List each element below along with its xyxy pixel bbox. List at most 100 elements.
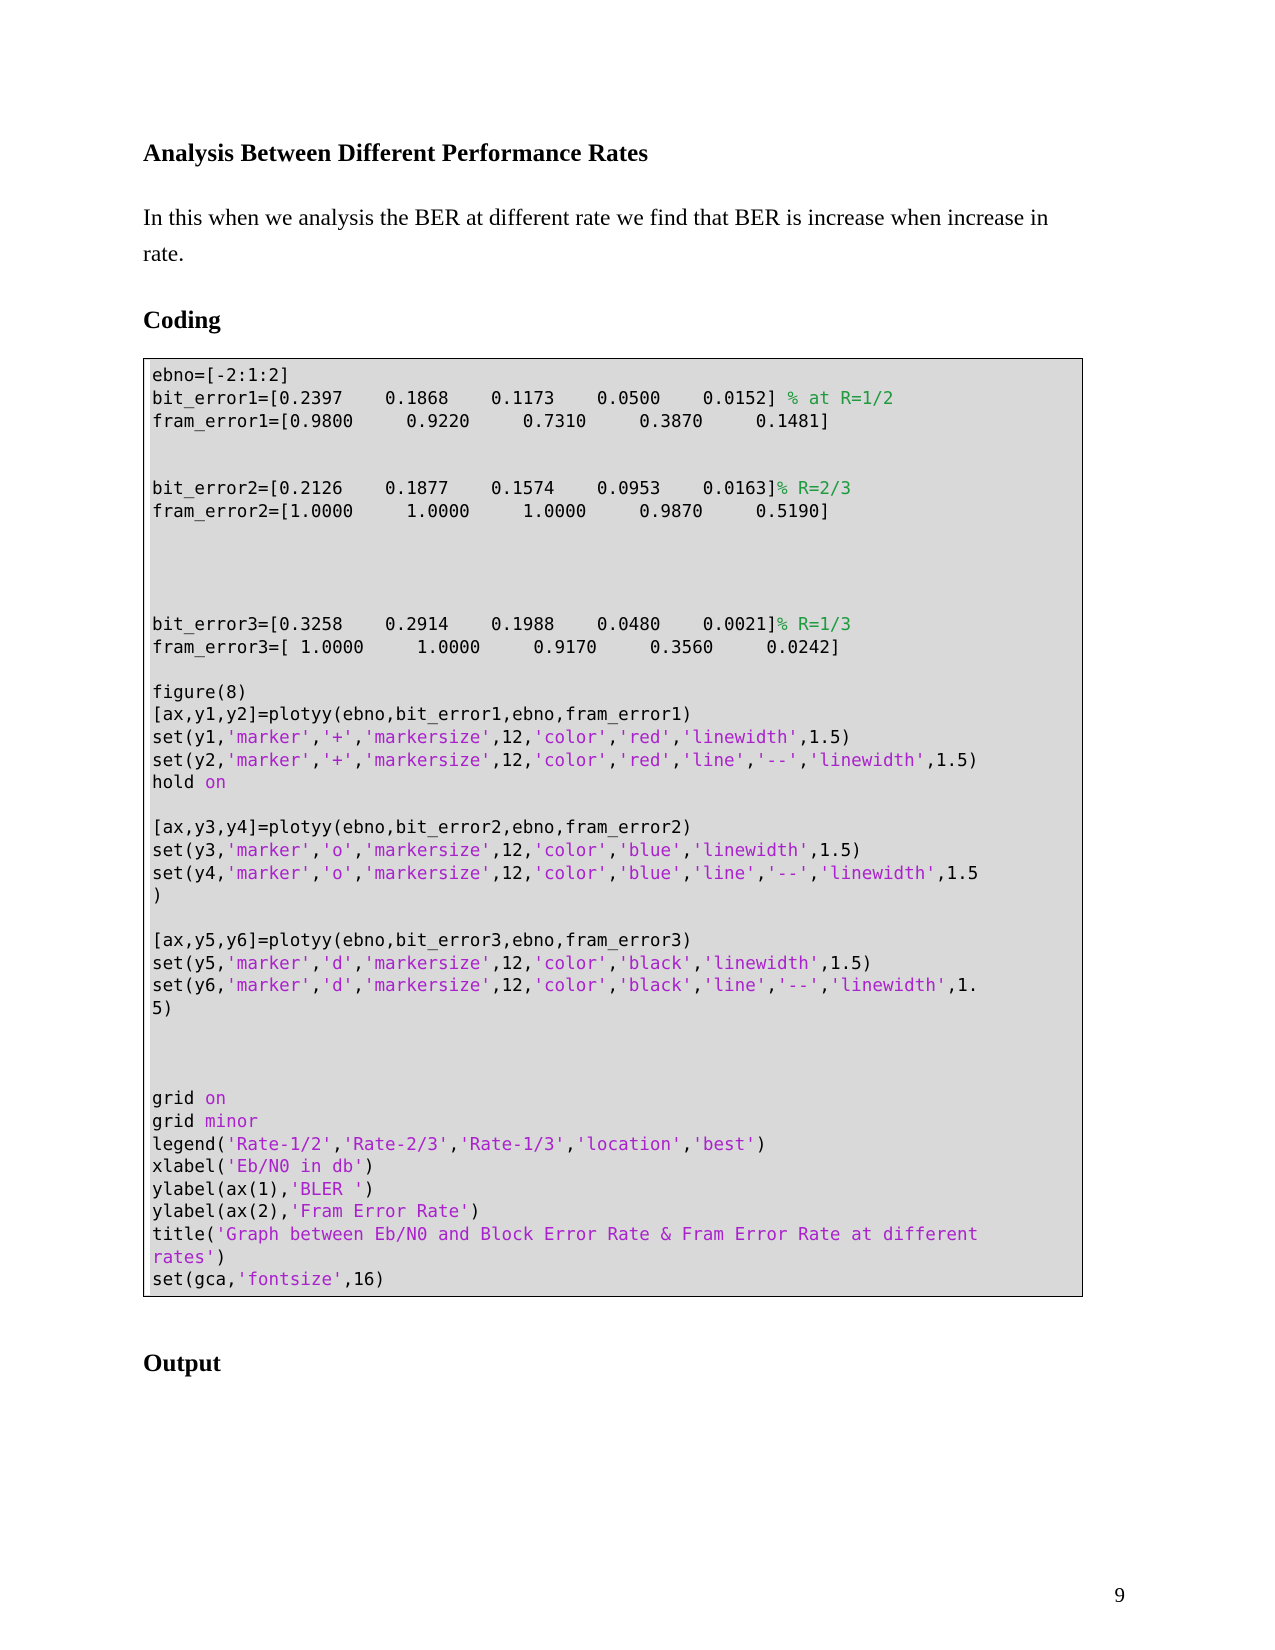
code-token: set(y5, (152, 953, 227, 974)
code-token: hold (152, 773, 205, 794)
code-token: 'Rate-1/3' (459, 1134, 566, 1155)
code-token: 'markersize' (363, 840, 491, 861)
code-token: , (353, 840, 364, 861)
code-token: , (607, 840, 619, 861)
coding-section-heading: Coding (143, 307, 221, 335)
code-token: , (692, 953, 703, 974)
code-token: 'line' (681, 750, 746, 771)
intro-paragraph: In this when we analysis the BER at diff… (143, 205, 1049, 267)
code-token: '+' (321, 727, 354, 748)
code-token: , (565, 1134, 576, 1155)
code-token: ylabel(ax(1), (152, 1179, 290, 1200)
code-token: grid (152, 1112, 205, 1133)
code-token: ,12, (490, 953, 534, 974)
code-token: ,12, (490, 840, 534, 861)
code-token: 'marker' (226, 840, 311, 861)
code-token: , (808, 863, 820, 884)
code-token: 'fontsize' (236, 1270, 343, 1291)
code-token: ,12, (490, 750, 534, 771)
code-token: , (310, 953, 322, 974)
page-number: 9 (1114, 1583, 1126, 1607)
code-token: 'color' (533, 840, 608, 861)
code-token: % at R=1/2 (787, 389, 894, 410)
code-token: 'linewidth' (702, 953, 820, 974)
code-token: % R=1/3 (776, 614, 852, 635)
code-token: 'red' (618, 750, 672, 771)
code-token: 'color' (533, 863, 608, 884)
code-token: bit_error3=[0.3258 0.2914 0.1988 0.0480 … (152, 614, 777, 635)
code-token: ,1.5) (808, 840, 862, 861)
code-token: , (353, 976, 364, 997)
code-token: grid (152, 1089, 205, 1110)
document-page: Analysis Between Different Performance R… (0, 0, 1275, 1650)
code-token: 5) (152, 999, 174, 1020)
code-token: ) (363, 1157, 375, 1178)
code-token: '--' (755, 750, 799, 771)
code-token: 'd' (321, 976, 354, 997)
code-token: , (353, 863, 364, 884)
code-token: 'color' (533, 750, 608, 771)
code-token: , (607, 976, 619, 997)
code-token: ,16) (342, 1270, 386, 1291)
code-token: [ax,y5,y6]=plotyy(ebno,bit_error3,ebno,f… (152, 931, 693, 952)
code-token: 'markersize' (363, 727, 491, 748)
code-token: fram_error1=[0.9800 0.9220 0.7310 0.3870… (152, 411, 830, 432)
code-token: 'color' (533, 953, 608, 974)
code-token: 'color' (533, 976, 608, 997)
code-token: '+' (321, 750, 354, 771)
code-token: 'blue' (618, 840, 682, 861)
code-token: on (204, 1089, 227, 1110)
code-token: ) (152, 886, 163, 907)
code-token: , (353, 727, 364, 748)
code-token: ,1.5) (925, 750, 979, 771)
code-token: fram_error3=[ 1.0000 1.0000 0.9170 0.356… (152, 637, 841, 658)
code-token: 'Eb/N0 in db' (226, 1157, 364, 1178)
code-token: bit_error2=[0.2126 0.1877 0.1574 0.0953 … (152, 479, 777, 500)
code-token: [ax,y3,y4]=plotyy(ebno,bit_error2,ebno,f… (152, 818, 693, 839)
code-token: '--' (766, 863, 809, 884)
code-token: minor (204, 1112, 258, 1133)
code-token: , (310, 840, 322, 861)
matlab-source-code: ebno=[-2:1:2] bit_error1=[0.2397 0.1868 … (152, 365, 1078, 1291)
code-token: 'location' (575, 1134, 682, 1155)
code-token: 'linewidth' (829, 976, 947, 997)
code-token: , (353, 750, 364, 771)
code-token: 'blue' (618, 863, 682, 884)
code-token: rates' (152, 1247, 216, 1268)
code-token: % R=2/3 (776, 479, 852, 500)
code-token: 'best' (692, 1134, 756, 1155)
code-token: 'red' (618, 727, 672, 748)
code-token: ,1.5) (798, 727, 852, 748)
code-token: , (607, 953, 619, 974)
code-token: ) (755, 1134, 767, 1155)
code-token: 'marker' (226, 863, 311, 884)
code-block-inner: ebno=[-2:1:2] bit_error1=[0.2397 0.1868 … (144, 365, 1082, 1291)
code-block: ebno=[-2:1:2] bit_error1=[0.2397 0.1868 … (143, 358, 1083, 1297)
code-token: ,12, (490, 976, 534, 997)
code-token: ,1. (946, 976, 979, 997)
code-token: 'markersize' (363, 750, 491, 771)
page-content: Analysis Between Different Performance R… (143, 138, 1083, 1379)
code-token: 'Rate-1/2' (226, 1134, 333, 1155)
code-token: 'linewidth' (808, 750, 926, 771)
code-token: , (755, 863, 767, 884)
code-token: 'linewidth' (681, 727, 799, 748)
code-token: , (607, 863, 619, 884)
code-token: ,12, (490, 863, 534, 884)
code-token: 'markersize' (363, 863, 491, 884)
code-token: set(y3, (152, 840, 227, 861)
code-token: , (607, 727, 619, 748)
code-token: 'Rate-2/3' (342, 1134, 449, 1155)
code-token: 'color' (533, 727, 608, 748)
code-token: , (353, 953, 364, 974)
code-token: , (448, 1134, 460, 1155)
code-token: title( (152, 1225, 216, 1245)
output-section-heading: Output (143, 1349, 221, 1377)
code-token: , (798, 750, 809, 771)
code-token: 'o' (321, 840, 354, 861)
code-token: 'o' (321, 863, 354, 884)
code-token: 'marker' (226, 727, 311, 748)
code-token: [ax,y1,y2]=plotyy(ebno,bit_error1,ebno,f… (152, 705, 693, 726)
code-token: ,1.5) (819, 953, 873, 974)
code-token: , (671, 750, 682, 771)
